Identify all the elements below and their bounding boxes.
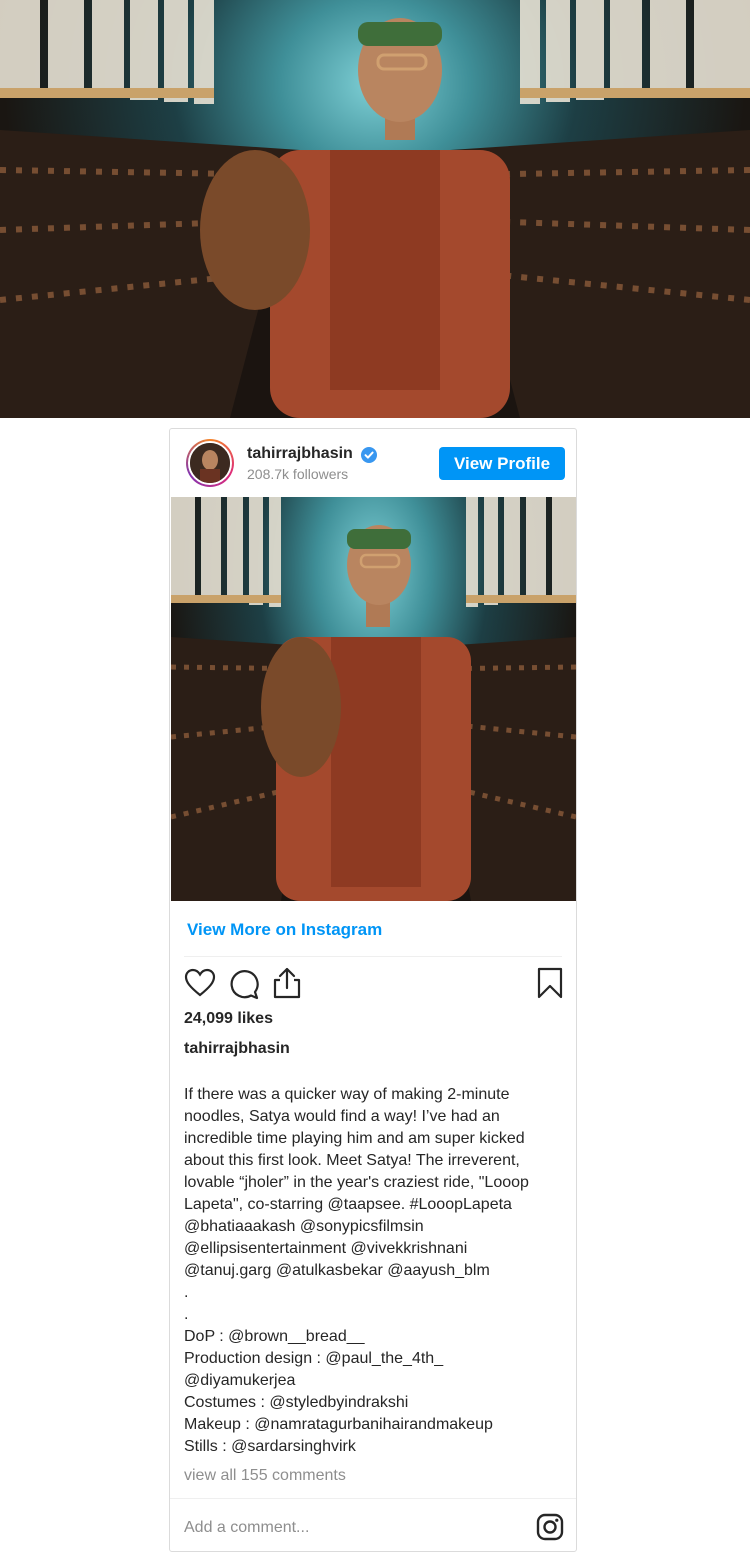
- post-caption: If there was a quicker way of making 2-m…: [184, 1086, 529, 1455]
- verified-badge-icon: [361, 447, 377, 463]
- post-image-illustration: [171, 497, 576, 901]
- post-header: tahirrajbhasin 208.7k followers View Pro…: [170, 429, 576, 497]
- caption-username[interactable]: tahirrajbhasin: [184, 1040, 290, 1058]
- view-all-comments-link[interactable]: view all 155 comments: [184, 1467, 346, 1485]
- like-heart-icon[interactable]: [184, 968, 216, 998]
- share-icon[interactable]: [272, 966, 302, 1000]
- bookmark-icon[interactable]: [537, 967, 563, 999]
- instagram-logo-icon[interactable]: [536, 1513, 564, 1541]
- add-comment-input[interactable]: Add a comment...: [184, 1519, 309, 1537]
- follower-count: 208.7k followers: [247, 466, 349, 482]
- hero-photo: [0, 0, 750, 418]
- hero-photo-illustration: [0, 0, 750, 418]
- view-profile-button[interactable]: View Profile: [439, 447, 565, 480]
- divider: [184, 956, 562, 957]
- instagram-embed-card: tahirrajbhasin 208.7k followers View Pro…: [169, 428, 577, 1552]
- view-more-link[interactable]: View More on Instagram: [187, 920, 382, 940]
- post-image[interactable]: [171, 497, 576, 901]
- like-count[interactable]: 24,099 likes: [184, 1010, 273, 1028]
- comment-icon[interactable]: [228, 968, 260, 1000]
- avatar-image: [190, 443, 230, 483]
- profile-username[interactable]: tahirrajbhasin: [247, 445, 353, 463]
- avatar[interactable]: [186, 439, 234, 487]
- divider: [170, 1498, 576, 1499]
